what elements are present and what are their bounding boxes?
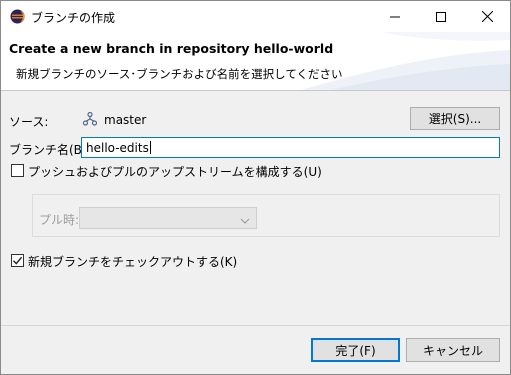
checkout-branch-checkbox[interactable] (11, 254, 24, 267)
window-title: ブランチの作成 (31, 11, 116, 25)
source-label: ソース: (9, 115, 49, 129)
header-divider (1, 90, 510, 91)
close-button[interactable] (464, 1, 510, 32)
checkout-branch-label[interactable]: 新規ブランチをチェックアウトする(K) (28, 253, 237, 270)
chevron-down-icon (240, 214, 250, 228)
close-icon (481, 11, 493, 22)
minimize-button[interactable] (372, 1, 418, 32)
branch-name-input[interactable]: hello-edits (81, 137, 500, 158)
branch-icon (82, 111, 98, 127)
eclipse-icon (10, 9, 25, 24)
configure-upstream-checkbox[interactable] (11, 164, 24, 177)
minimize-icon (390, 16, 400, 17)
text-caret (149, 141, 151, 154)
maximize-icon (436, 11, 446, 22)
footer-divider (1, 325, 510, 326)
wizard-title: Create a new branch in repository hello-… (9, 41, 334, 56)
title-bar: ブランチの作成 (1, 1, 510, 32)
check-icon (13, 256, 23, 265)
finish-button[interactable]: 完了(F) (311, 338, 400, 362)
pull-label: プル時: (39, 213, 80, 227)
pull-strategy-select[interactable] (79, 207, 257, 229)
maximize-button[interactable] (418, 1, 464, 32)
source-value: master (104, 113, 147, 127)
select-source-button[interactable]: 選択(S)... (410, 107, 500, 130)
branch-name-value: hello-edits (86, 140, 149, 155)
configure-upstream-label[interactable]: プッシュおよびプルのアップストリームを構成する(U) (28, 163, 322, 180)
branch-name-label: ブランチ名(B): (9, 143, 91, 157)
wizard-header: Create a new branch in repository hello-… (1, 32, 510, 90)
create-branch-dialog: ブランチの作成 Create a new branch in repositor… (0, 0, 511, 375)
wizard-description: 新規ブランチのソース･ブランチおよび名前を選択してください (16, 67, 343, 81)
cancel-button[interactable]: キャンセル (406, 338, 500, 362)
